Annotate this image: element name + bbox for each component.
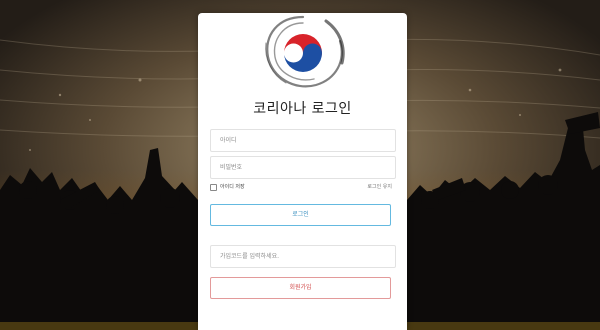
- login-card: 코리아나 로그인 아이디 저장 로그인 유지 로그인 회원가입: [198, 13, 407, 330]
- password-input[interactable]: [210, 156, 396, 179]
- login-options-row: 아이디 저장 로그인 유지: [210, 183, 396, 193]
- login-button[interactable]: 로그인: [210, 204, 391, 226]
- join-code-input[interactable]: [210, 245, 396, 268]
- signup-button[interactable]: 회원가입: [210, 277, 391, 299]
- keep-login-label[interactable]: 로그인 유지: [367, 183, 392, 190]
- taegeuk-logo: [265, 15, 345, 88]
- save-id-checkbox[interactable]: [210, 184, 217, 191]
- page-title: 코리아나 로그인: [253, 101, 352, 117]
- id-input[interactable]: [210, 129, 396, 152]
- save-id-label[interactable]: 아이디 저장: [220, 183, 245, 190]
